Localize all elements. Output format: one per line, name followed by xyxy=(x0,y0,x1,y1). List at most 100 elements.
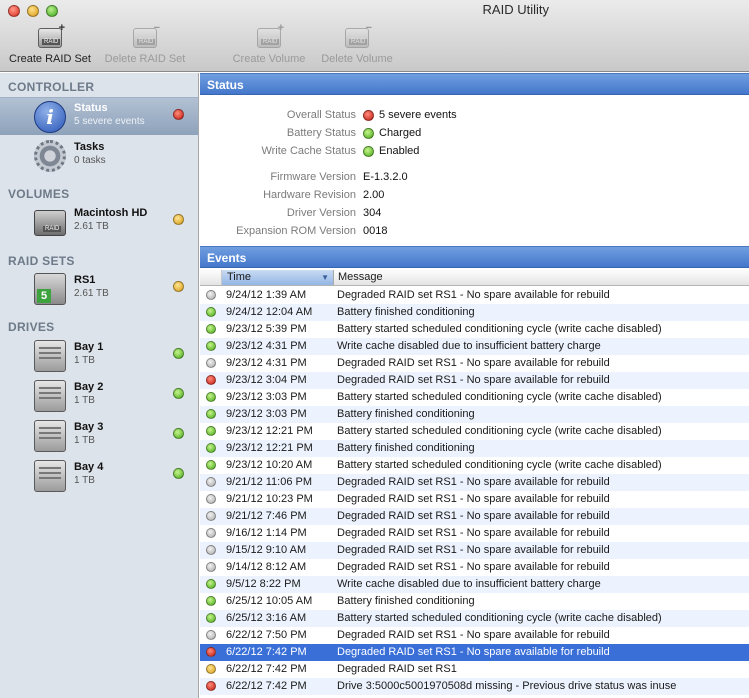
sidebar-item-label: Status xyxy=(74,102,108,114)
battery-status-row: Battery Status Charged xyxy=(200,124,749,142)
table-row[interactable]: 6/22/12 7:42 PM Drive 3:5000c5001970508d … xyxy=(200,678,749,695)
sidebar-item-macintosh-hd[interactable]: Macintosh HD 2.61 TB xyxy=(0,203,198,241)
status-indicator-green xyxy=(206,443,216,453)
section-header-volumes: VOLUMES xyxy=(8,187,70,201)
table-row[interactable]: 9/23/12 3:03 PM Battery finished conditio… xyxy=(200,406,749,423)
field-label: Write Cache Status xyxy=(261,145,356,157)
delete-volume-label: Delete Volume xyxy=(321,53,393,65)
event-time: 9/21/12 7:46 PM xyxy=(226,510,307,522)
create-volume-button[interactable]: + Create Volume xyxy=(226,22,312,70)
event-time: 9/24/12 1:39 AM xyxy=(226,289,307,301)
sidebar-item-label: RS1 xyxy=(74,274,96,286)
table-row[interactable]: 6/25/12 10:05 AM Battery finished conditi… xyxy=(200,593,749,610)
column-header-time[interactable]: Time ▼ xyxy=(222,270,334,285)
event-message: Degraded RAID set RS1 xyxy=(337,663,457,675)
event-time: 6/25/12 3:16 AM xyxy=(226,612,307,624)
events-panel-title: Events xyxy=(207,251,247,265)
table-row[interactable]: 9/21/12 10:23 PM Degraded RAID set RS1 - … xyxy=(200,491,749,508)
sidebar-item-label: Bay 4 xyxy=(74,461,104,473)
event-time: 9/23/12 3:03 PM xyxy=(226,408,307,420)
table-row[interactable]: 6/22/12 7:50 PM Degraded RAID set RS1 - N… xyxy=(200,627,749,644)
status-indicator-gray xyxy=(206,562,216,572)
table-row[interactable]: 6/22/12 7:42 PM Degraded RAID set RS1 - N… xyxy=(200,644,749,661)
table-row[interactable]: 9/23/12 5:39 PM Battery started scheduled… xyxy=(200,321,749,338)
event-message: Degraded RAID set RS1 - No spare availab… xyxy=(337,527,610,539)
section-header-raid-sets: RAID SETS xyxy=(8,254,75,268)
column-header-status[interactable] xyxy=(200,270,222,285)
event-message: Battery finished conditioning xyxy=(337,306,475,318)
table-row[interactable]: 9/23/12 10:20 AM Battery started schedule… xyxy=(200,457,749,474)
status-indicator-yellow xyxy=(173,214,184,225)
event-message: Degraded RAID set RS1 - No spare availab… xyxy=(337,544,610,556)
table-row[interactable]: 9/24/12 1:39 AM Degraded RAID set RS1 - N… xyxy=(200,287,749,304)
sidebar-item-bay-3[interactable]: Bay 3 1 TB xyxy=(0,417,198,455)
table-row[interactable]: 9/23/12 12:21 PM Battery started schedule… xyxy=(200,423,749,440)
info-icon: i xyxy=(34,101,66,133)
field-value: 5 severe events xyxy=(379,109,457,121)
column-header-message[interactable]: Message xyxy=(334,270,387,284)
sidebar-item-sublabel: 5 severe events xyxy=(74,116,145,127)
expansion-rom-version-row: Expansion ROM Version 0018 xyxy=(200,222,749,240)
table-row[interactable]: 6/22/12 7:42 PM Degraded RAID set RS1 xyxy=(200,661,749,678)
event-time: 9/23/12 12:21 PM xyxy=(226,425,313,437)
event-time: 9/23/12 12:21 PM xyxy=(226,442,313,454)
table-row[interactable]: 9/21/12 7:46 PM Degraded RAID set RS1 - N… xyxy=(200,508,749,525)
status-indicator-gray xyxy=(206,528,216,538)
driver-version-row: Driver Version 304 xyxy=(200,204,749,222)
table-row[interactable]: 9/14/12 8:12 AM Degraded RAID set RS1 - N… xyxy=(200,559,749,576)
delete-volume-button[interactable]: − Delete Volume xyxy=(315,22,399,70)
event-time: 6/25/12 10:05 AM xyxy=(226,595,313,607)
event-message: Battery started scheduled conditioning c… xyxy=(337,612,662,624)
sidebar-item-status[interactable]: i Status 5 severe events xyxy=(0,97,198,135)
event-message: Battery finished conditioning xyxy=(337,408,475,420)
status-indicator-red xyxy=(173,109,184,120)
event-time: 9/15/12 9:10 AM xyxy=(226,544,307,556)
status-indicator-green xyxy=(206,409,216,419)
status-indicator-green xyxy=(363,146,374,157)
event-time: 9/16/12 1:14 PM xyxy=(226,527,307,539)
event-message: Degraded RAID set RS1 - No spare availab… xyxy=(337,629,610,641)
create-raid-set-button[interactable]: + Create RAID Set xyxy=(4,22,96,70)
sidebar-item-bay-2[interactable]: Bay 2 1 TB xyxy=(0,377,198,415)
status-panel-title: Status xyxy=(207,78,244,92)
table-row[interactable]: 9/23/12 12:21 PM Battery finished conditi… xyxy=(200,440,749,457)
table-row[interactable]: 9/23/12 4:31 PM Write cache disabled due … xyxy=(200,338,749,355)
sidebar-item-tasks[interactable]: Tasks 0 tasks xyxy=(0,137,198,175)
table-row[interactable]: 6/25/12 3:16 AM Battery started scheduled… xyxy=(200,610,749,627)
event-message: Drive 3:5000c5001970508d missing - Previ… xyxy=(337,680,677,692)
status-indicator-green xyxy=(173,388,184,399)
table-row[interactable]: 9/23/12 3:03 PM Battery started scheduled… xyxy=(200,389,749,406)
sidebar-item-sublabel: 0 tasks xyxy=(74,155,106,166)
status-indicator-green xyxy=(206,341,216,351)
sidebar-item-sublabel: 1 TB xyxy=(74,435,95,446)
table-row[interactable]: 9/23/12 4:31 PM Degraded RAID set RS1 - N… xyxy=(200,355,749,372)
table-row[interactable]: 9/21/12 11:06 PM Degraded RAID set RS1 - … xyxy=(200,474,749,491)
event-message: Degraded RAID set RS1 - No spare availab… xyxy=(337,289,610,301)
status-indicator-gray xyxy=(206,511,216,521)
table-row[interactable]: 9/23/12 3:04 PM Degraded RAID set RS1 - N… xyxy=(200,372,749,389)
event-time: 6/22/12 7:42 PM xyxy=(226,646,307,658)
window-toolbar: RAID Utility + Create RAID Set − Delete … xyxy=(0,0,749,72)
drive-icon xyxy=(34,460,66,492)
status-indicator-yellow xyxy=(173,281,184,292)
status-indicator-green xyxy=(206,460,216,470)
events-table-header: Time ▼ Message xyxy=(200,270,749,286)
sidebar-item-bay-1[interactable]: Bay 1 1 TB xyxy=(0,337,198,375)
event-message: Write cache disabled due to insufficient… xyxy=(337,578,601,590)
drive-icon xyxy=(34,380,66,412)
sidebar-item-rs1[interactable]: RS1 2.61 TB xyxy=(0,270,198,308)
table-row[interactable]: 9/24/12 12:04 AM Battery finished conditi… xyxy=(200,304,749,321)
table-row[interactable]: 9/15/12 9:10 AM Degraded RAID set RS1 - N… xyxy=(200,542,749,559)
field-label: Expansion ROM Version xyxy=(236,225,356,237)
sidebar-item-label: Bay 1 xyxy=(74,341,104,353)
event-message: Degraded RAID set RS1 - No spare availab… xyxy=(337,476,610,488)
table-row[interactable]: 9/16/12 1:14 PM Degraded RAID set RS1 - N… xyxy=(200,525,749,542)
table-row[interactable]: 9/5/12 8:22 PM Write cache disabled due t… xyxy=(200,576,749,593)
status-indicator-gray xyxy=(206,477,216,487)
status-indicator-red xyxy=(206,647,216,657)
sidebar-item-bay-4[interactable]: Bay 4 1 TB xyxy=(0,457,198,495)
field-value: Enabled xyxy=(379,145,420,157)
delete-raid-set-button[interactable]: − Delete RAID Set xyxy=(100,22,190,70)
event-time: 9/23/12 5:39 PM xyxy=(226,323,307,335)
sidebar-item-label: Bay 3 xyxy=(74,421,104,433)
